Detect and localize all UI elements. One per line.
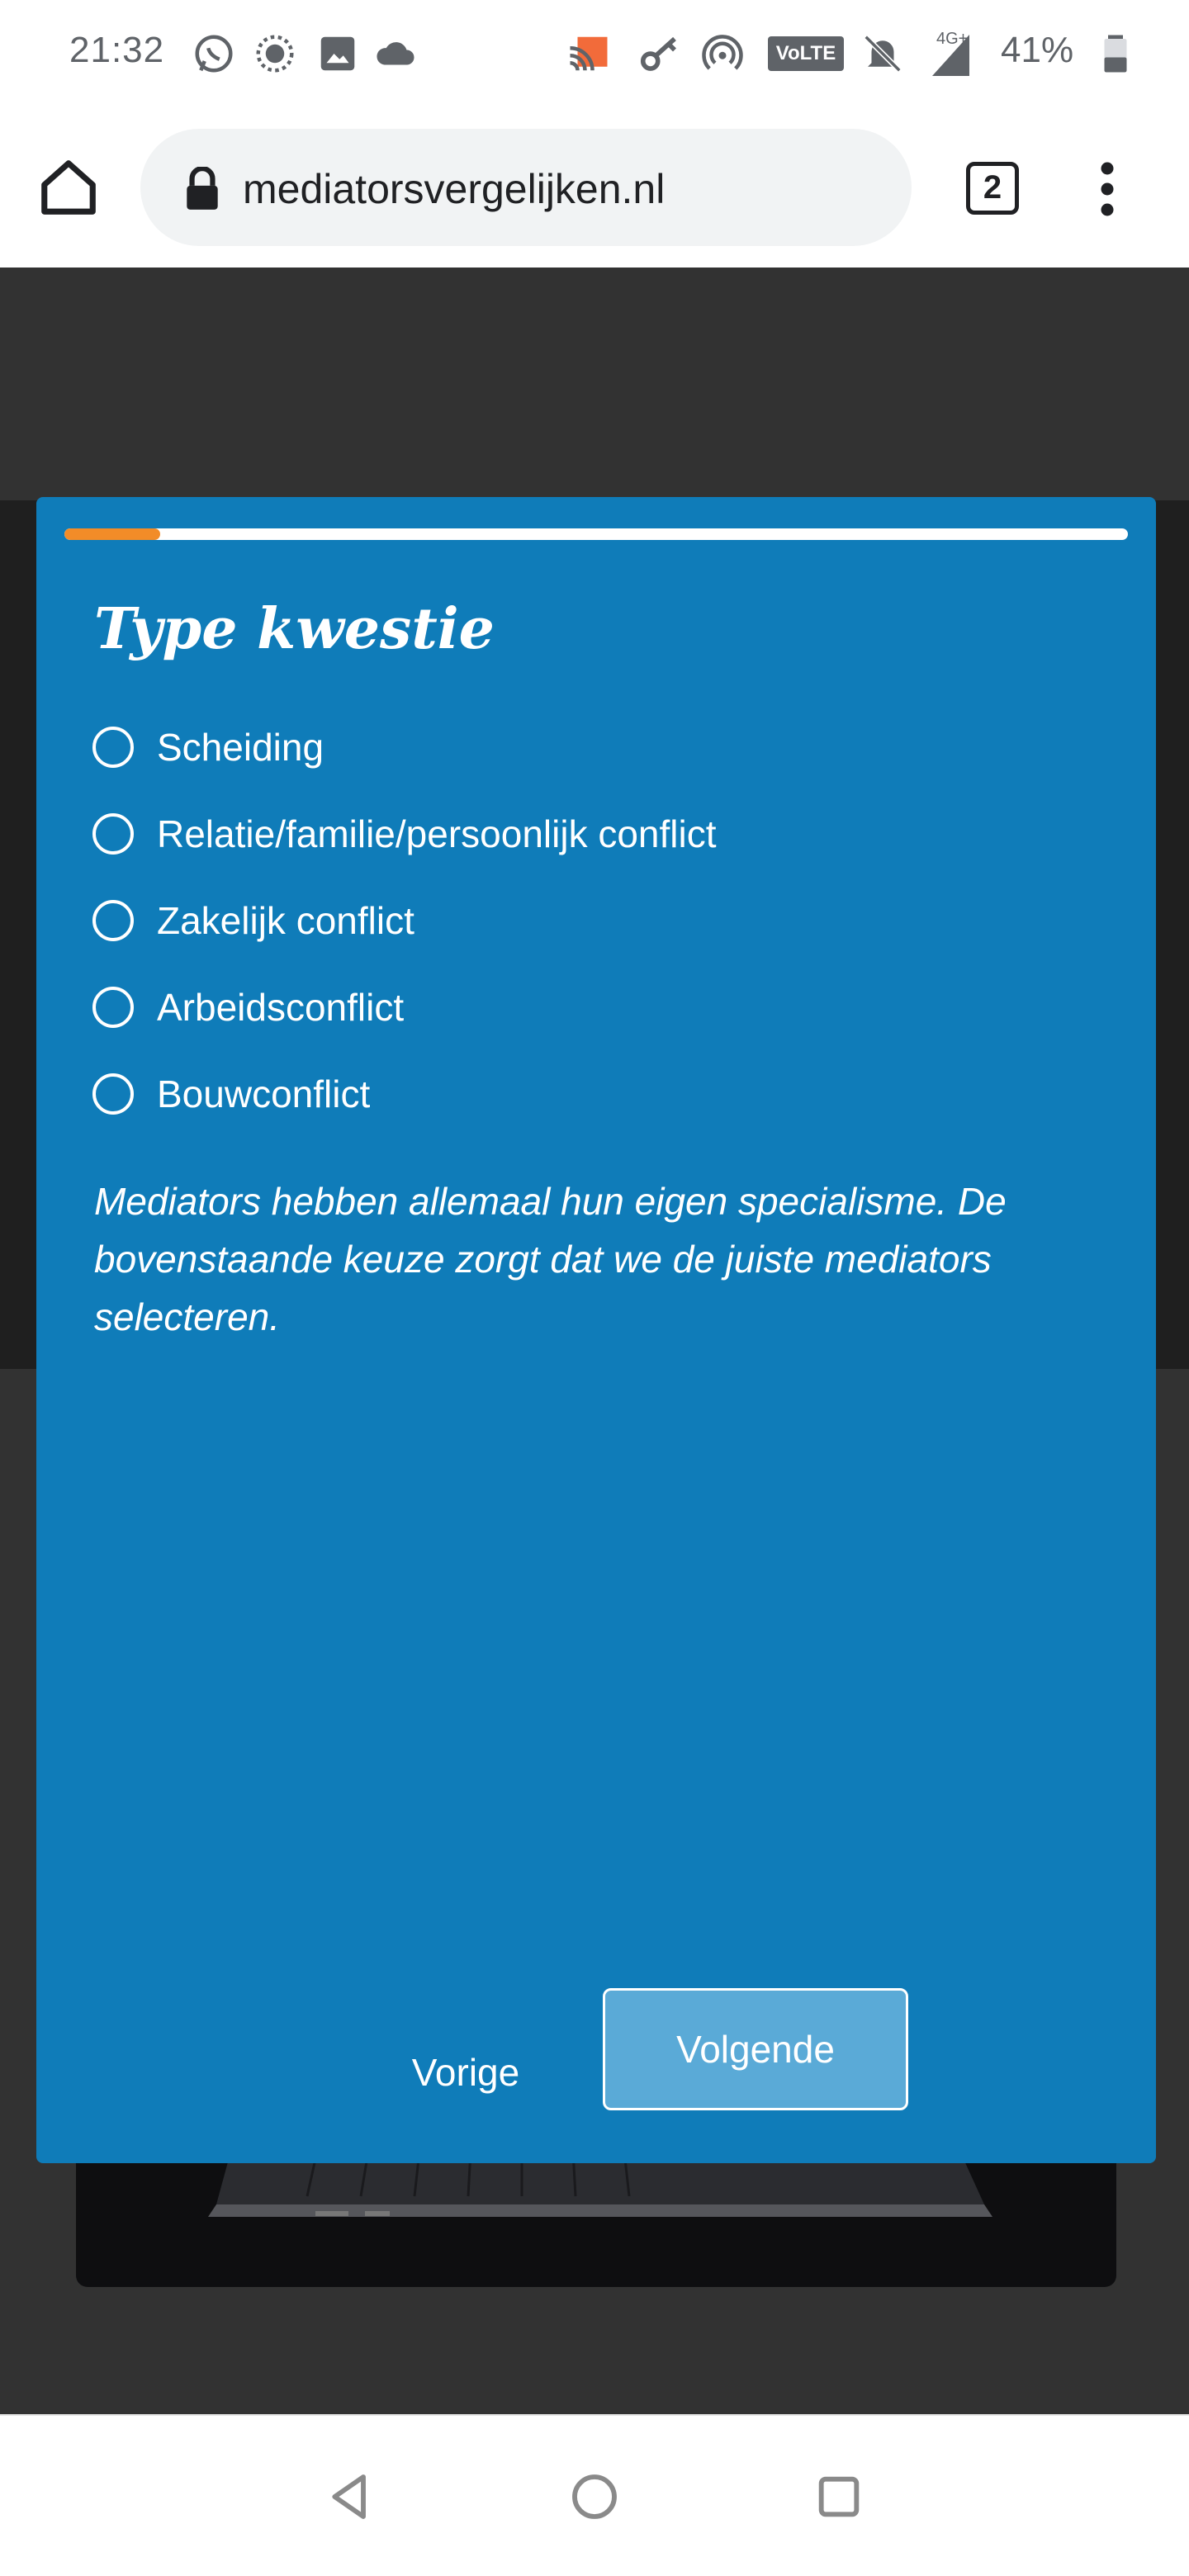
option-label: Arbeidsconflict (157, 985, 405, 1029)
radio-button[interactable] (92, 726, 134, 768)
progress-fill (64, 528, 160, 540)
system-nav-bar (0, 2414, 1189, 2576)
option-bouwconflict[interactable]: Bouwconflict (92, 1050, 1083, 1137)
radio-button[interactable] (92, 1073, 134, 1115)
cast-icon (570, 36, 608, 71)
tab-count: 2 (983, 169, 1002, 206)
recents-icon[interactable] (812, 2470, 865, 2523)
cloud-icon (377, 42, 414, 65)
lock-icon (187, 167, 218, 210)
option-label: Scheiding (157, 725, 324, 769)
more-menu-icon[interactable] (1087, 160, 1128, 218)
progress-bar (64, 528, 1128, 540)
issue-type-options: Scheiding Relatie/familie/persoonlijk co… (92, 703, 1083, 1137)
gallery-icon (320, 36, 355, 71)
option-arbeidsconflict[interactable]: Arbeidsconflict (92, 964, 1083, 1050)
status-bar: 21:32 VoLTE 4G+ 41% (0, 0, 1189, 107)
previous-button[interactable]: Vorige (350, 2033, 581, 2112)
battery-percent: 41% (1001, 30, 1074, 70)
radio-button[interactable] (92, 986, 134, 1028)
hotspot-icon (702, 35, 743, 70)
option-label: Bouwconflict (157, 1072, 371, 1115)
whatsapp-icon (195, 35, 233, 73)
battery-icon (1104, 35, 1127, 73)
radio-button[interactable] (92, 812, 134, 855)
status-time: 21:32 (69, 30, 165, 70)
home-nav-icon[interactable] (568, 2470, 621, 2523)
radio-button[interactable] (92, 899, 134, 941)
url-text: mediatorsvergelijken.nl (243, 166, 666, 212)
browser-toolbar: mediatorsvergelijken.nl 2 (0, 107, 1189, 268)
home-icon[interactable] (36, 155, 101, 220)
key-icon (640, 36, 676, 71)
tab-switcher-button[interactable]: 2 (966, 162, 1019, 215)
option-label: Zakelijk conflict (157, 898, 414, 942)
option-relatie-familie-persoonlijk[interactable]: Relatie/familie/persoonlijk conflict (92, 790, 1083, 877)
back-icon[interactable] (324, 2470, 377, 2523)
next-button[interactable]: Volgende (603, 1988, 908, 2110)
modal-title: Type kwestie (94, 596, 495, 662)
volte-label: VoLTE (775, 42, 836, 64)
info-text: Mediators hebben allemaal hun eigen spec… (94, 1180, 1007, 1338)
option-scheiding[interactable]: Scheiding (92, 703, 1083, 790)
option-zakelijk-conflict[interactable]: Zakelijk conflict (92, 877, 1083, 964)
signal-icon: 4G+ (918, 30, 971, 76)
address-bar[interactable]: mediatorsvergelijken.nl (140, 129, 912, 246)
questionnaire-modal: Type kwestie Scheiding Relatie/familie/p… (36, 497, 1156, 2163)
mute-icon (864, 35, 902, 73)
volte-icon: VoLTE (768, 36, 844, 71)
option-label: Relatie/familie/persoonlijk conflict (157, 812, 717, 855)
burst-icon (256, 35, 294, 73)
